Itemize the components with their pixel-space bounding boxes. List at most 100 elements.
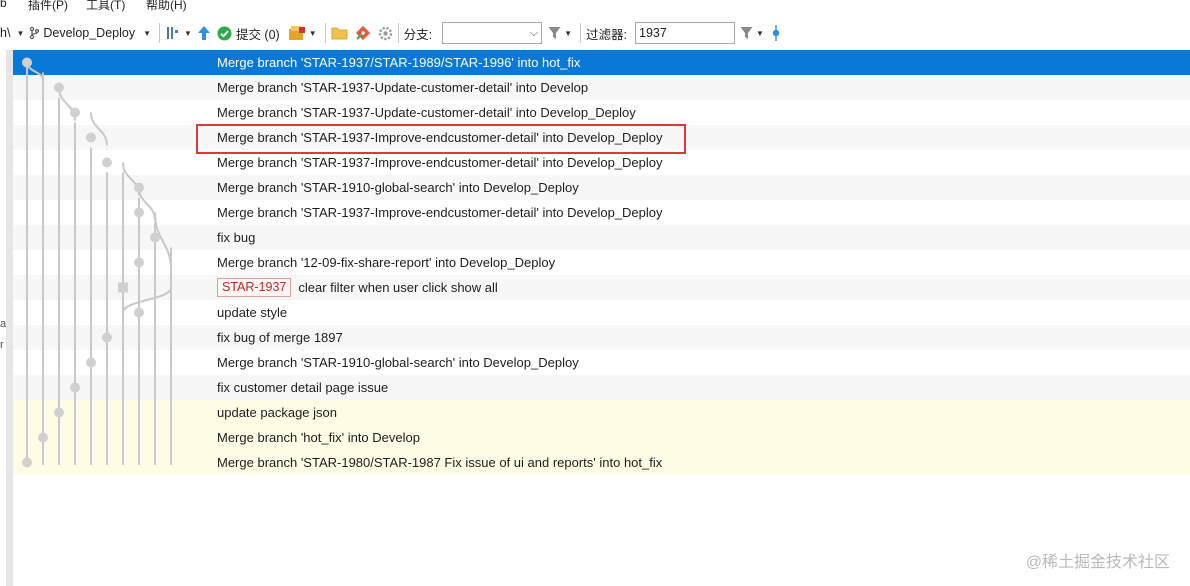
branch-selector[interactable]: Develop_Deploy [29,22,135,44]
commit-message-cell: Merge branch 'STAR-1910-global-search' i… [217,350,579,375]
push-button[interactable] [197,22,211,44]
commit-message-cell: STAR-1937 clear filter when user click sh… [217,275,498,300]
left-pane-edge [6,50,13,586]
chevron-down-icon: ⌵ [529,26,539,39]
commit-message: Merge branch '12-09-fix-share-report' in… [217,255,556,270]
git-icon [355,25,370,41]
commit-message-cell: Merge branch '12-09-fix-share-report' in… [217,250,555,275]
menu-bar: b 插件(P) 工具(T) 帮助(H) [0,0,1190,12]
commit-node[interactable] [54,82,64,93]
commit-message: fix bug of merge 1897 [217,330,343,345]
commit-message-cell: fix bug [217,225,255,250]
left-pane-text: a [0,318,7,330]
folder-icon [331,27,348,40]
chevron-down-icon[interactable]: ▼ [756,22,764,44]
commit-message: Merge branch 'STAR-1937-Update-customer-… [217,80,589,95]
commit-node[interactable] [22,57,32,68]
commit-node[interactable] [86,357,96,368]
graph-toggle-button[interactable] [771,22,781,44]
commit-node[interactable] [70,382,80,393]
highlight-box [196,124,686,154]
commit-node-icon [772,25,780,41]
commit-message-cell: Merge branch 'hot_fix' into Develop [217,425,420,450]
arrow-up-icon [197,26,210,40]
commit-message: fix customer detail page issue [217,380,389,395]
commit-node[interactable] [102,332,112,343]
commit-message-cell: Merge branch 'STAR-1910-global-search' i… [217,175,579,200]
commit-node[interactable] [134,257,144,268]
commit-message: clear filter when user click show all [298,280,498,295]
commit-message: Merge branch 'STAR-1937/STAR-1989/STAR-1… [217,55,581,70]
divider [397,23,399,43]
filter-label: 过滤器: [586,27,628,42]
commit-node[interactable] [134,307,144,318]
commit-message: fix bug [217,230,256,245]
commit-message-cell: Merge branch 'STAR-1937-Improve-endcusto… [217,200,663,225]
toolbar: h\ ▼ Develop_Deploy ▼ ▼ 提交 (0) ▼ 分支: ⌵ ▼… [0,18,1190,48]
log-icon [167,27,179,39]
menu-item-help[interactable]: 帮助(H) [146,0,187,12]
commit-message-cell: fix bug of merge 1897 [217,325,343,350]
filter-input[interactable] [635,22,736,44]
commit-message-cell: update style [217,300,287,325]
log-view-button[interactable] [165,22,181,44]
commit-node[interactable] [134,182,144,193]
graph-edge [122,287,172,313]
git-button[interactable] [355,22,371,44]
path-fragment: h\ [0,26,11,40]
commit-node[interactable] [54,407,64,418]
commit-message: Merge branch 'hot_fix' into Develop [217,430,420,445]
check-circle-icon [217,26,232,40]
commit-node[interactable] [86,132,96,143]
commit-message: Merge branch 'STAR-1937-Improve-endcusto… [217,205,663,220]
commit-node[interactable] [22,457,32,468]
stash-icon [288,26,305,40]
settings-button[interactable] [378,22,393,44]
commit-message: Merge branch 'STAR-1910-global-search' i… [217,180,579,195]
current-branch: Develop_Deploy [43,26,136,40]
chevron-down-icon[interactable]: ▼ [184,22,192,44]
watermark: @稀土掘金技术社区 [1025,554,1170,571]
commit-node[interactable] [102,157,112,168]
open-folder-button[interactable] [331,22,348,44]
commit-message: Merge branch 'STAR-1910-global-search' i… [217,355,579,370]
menu-item-plugins[interactable]: 插件(P) [28,0,68,12]
commit-message-cell: Merge branch 'STAR-1937-Update-customer-… [217,100,636,125]
stash-button[interactable] [288,22,306,44]
funnel-icon [740,27,753,39]
commit-message-cell: Merge branch 'STAR-1980/STAR-1987 Fix is… [217,450,662,475]
chevron-down-icon[interactable]: ▼ [16,22,24,44]
commit-button[interactable]: 提交 (0) [217,22,280,44]
commit-message: update package json [217,405,337,420]
chevron-down-icon[interactable]: ▼ [564,22,572,44]
commit-button-label: 提交 (0) [235,27,280,42]
branch-filter-combobox[interactable]: ⌵ [442,22,543,44]
commit-node[interactable] [38,432,48,443]
menu-item-tools[interactable]: 工具(T) [86,0,125,12]
branch-filter-label: 分支: [403,27,433,42]
branch-tag[interactable]: STAR-1937 [217,278,292,297]
menu-item-partial[interactable]: b [0,0,7,10]
commit-message-cell: Merge branch 'STAR-1937/STAR-1989/STAR-1… [217,50,580,75]
commit-graph [22,57,172,468]
divider [159,23,161,43]
funnel-icon [548,27,561,39]
commit-message-cell: update package json [217,400,337,425]
commit-message: Merge branch 'STAR-1980/STAR-1987 Fix is… [217,455,663,470]
commit-message: Merge branch 'STAR-1937-Update-customer-… [217,105,636,120]
divider [324,23,326,43]
gear-icon [378,26,392,40]
commit-node[interactable] [134,207,144,218]
commit-message-cell: fix customer detail page issue [217,375,388,400]
branch-filter-button[interactable] [548,22,561,44]
left-pane-text: r [0,339,4,351]
divider [580,23,582,43]
commit-node[interactable] [70,107,80,118]
commit-node[interactable] [118,282,128,293]
commit-message-cell: Merge branch 'STAR-1937-Update-customer-… [217,75,588,100]
chevron-down-icon[interactable]: ▼ [309,22,317,44]
commit-node[interactable] [150,232,160,243]
chevron-down-icon[interactable]: ▼ [143,22,151,44]
branch-icon [30,26,40,40]
filter-button[interactable] [740,22,753,44]
